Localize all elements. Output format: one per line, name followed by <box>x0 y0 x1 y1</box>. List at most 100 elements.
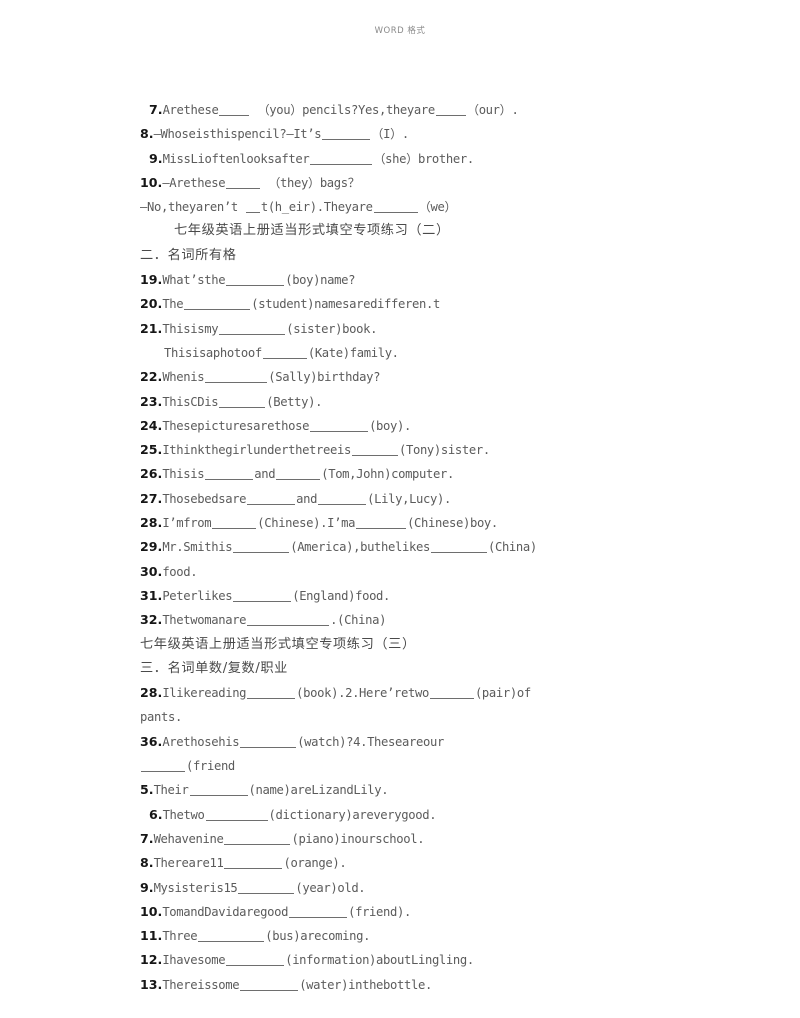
section-heading: 七年级英语上册适当形式填空专项练习（三） <box>140 633 660 657</box>
fill-in-blank[interactable] <box>245 201 260 214</box>
fill-in-blank[interactable] <box>212 517 257 530</box>
fill-in-blank[interactable] <box>226 274 285 287</box>
exercise-line: 25.Ithinkthegirlunderthetreeis (Tony)sist… <box>140 438 660 462</box>
item-number: 32. <box>140 612 163 628</box>
fill-in-blank[interactable] <box>318 493 367 505</box>
fill-in-blank[interactable] <box>373 201 418 214</box>
line-text: (pair)of <box>474 686 531 701</box>
line-text: (dictionary)areverygood. <box>268 807 437 822</box>
fill-in-blank[interactable] <box>240 979 299 991</box>
line-text: —Arethese <box>162 175 226 190</box>
item-number: 31. <box>140 587 163 603</box>
fill-in-blank[interactable] <box>351 444 398 457</box>
line-text: (England)food. <box>292 588 391 603</box>
fill-in-blank[interactable] <box>310 420 369 432</box>
fill-in-blank[interactable] <box>198 930 265 943</box>
item-number: 28. <box>140 515 163 531</box>
item-number: 6. <box>149 806 163 822</box>
fill-in-blank[interactable] <box>429 687 474 700</box>
fill-in-blank[interactable] <box>224 833 291 845</box>
fill-in-blank[interactable] <box>219 323 286 335</box>
line-text: Whenis <box>162 370 205 385</box>
item-number: 22. <box>140 369 163 385</box>
line-text: Arethese <box>162 103 219 117</box>
item-number: 11. <box>140 928 163 944</box>
fill-in-blank[interactable] <box>322 128 371 141</box>
fill-in-blank[interactable] <box>205 468 254 481</box>
fill-in-blank[interactable] <box>224 857 283 870</box>
fill-in-blank[interactable] <box>233 541 290 554</box>
item-number: 23. <box>140 393 163 409</box>
exercise-line: 10.TomandDavidaregood (friend). <box>140 900 660 924</box>
item-number: 29. <box>140 539 163 555</box>
fill-in-blank[interactable] <box>435 104 466 116</box>
line-text: (Kate)family. <box>307 345 399 360</box>
line-text: (Tony)sister. <box>398 443 490 458</box>
fill-in-blank[interactable] <box>233 590 292 602</box>
line-text: (Betty). <box>266 394 323 409</box>
item-number: 26. <box>140 466 163 482</box>
fill-in-blank[interactable] <box>430 541 487 554</box>
fill-in-blank[interactable] <box>184 298 251 311</box>
exercise-line: 11.Three (bus)arecoming. <box>140 924 660 948</box>
exercise-line: 19.What’sthe (boy)name? <box>140 268 660 292</box>
fill-in-blank[interactable] <box>189 784 248 797</box>
fill-in-blank[interactable] <box>141 760 185 773</box>
exercise-line: —No,theyaren’t t(h_eir).Theyare （we） <box>140 195 660 219</box>
line-text: pants. <box>140 710 182 725</box>
fill-in-blank[interactable] <box>205 371 268 384</box>
line-text: (piano)inourschool. <box>291 831 425 846</box>
exercise-line: Thisisaphotoof (Kate)family. <box>140 341 660 365</box>
line-text: .(China) <box>330 613 387 628</box>
line-text: （I）. <box>371 127 409 142</box>
exercise-line: 12.Ihavesome (information)aboutLingling. <box>140 948 660 972</box>
item-number: 10. <box>140 174 163 190</box>
item-number: 27. <box>140 490 163 506</box>
line-text: (book).2.Here’retwo <box>296 686 429 701</box>
line-text: （we） <box>418 200 457 215</box>
exercise-line: 9.MissLioftenlooksafter （she）brother. <box>140 147 660 171</box>
item-number: 10. <box>140 903 163 919</box>
exercise-line: 24.Thesepicturesarethose (boy). <box>140 414 660 438</box>
item-number: 5. <box>140 782 154 798</box>
fill-in-blank[interactable] <box>219 104 250 116</box>
line-text: Thereissome <box>162 977 240 992</box>
item-number: 21. <box>140 320 163 336</box>
fill-in-blank[interactable] <box>247 687 296 700</box>
line-text: Thisisaphotoof <box>164 345 262 360</box>
exercise-line: 28.Ilikereading (book).2.Here’retwo (pair)… <box>140 681 660 705</box>
item-number: 13. <box>140 976 163 992</box>
line-text: —No,theyaren’t <box>140 200 245 215</box>
line-text: (orange). <box>283 856 347 871</box>
exercise-line: 26.Thisis and (Tom,John)computer. <box>140 462 660 486</box>
line-text: Ihavesome <box>162 953 226 968</box>
fill-in-blank[interactable] <box>226 177 261 189</box>
fill-in-blank[interactable] <box>238 882 295 894</box>
item-number: 30. <box>140 563 163 579</box>
fill-in-blank[interactable] <box>226 954 285 967</box>
line-text: (Chinese)boy. <box>407 516 498 531</box>
line-text: —Whoseisthispencil?—It’s <box>153 127 322 142</box>
fill-in-blank[interactable] <box>289 906 348 918</box>
item-number: 25. <box>140 442 163 458</box>
line-text: MissLioftenlooksafter <box>162 151 310 166</box>
fill-in-blank[interactable] <box>356 517 407 530</box>
line-text: Mr.Smithis <box>162 540 233 555</box>
exercise-line: 8.—Whoseisthispencil?—It’s （I）. <box>140 122 660 146</box>
fill-in-blank[interactable] <box>310 153 373 165</box>
fill-in-blank[interactable] <box>276 468 321 481</box>
exercise-line: 13.Thereissome (water)inthebottle. <box>140 973 660 997</box>
fill-in-blank[interactable] <box>219 396 266 408</box>
exercise-line: 22.Whenis (Sally)birthday? <box>140 365 660 389</box>
exercise-line: 7.Wehavenine (piano)inourschool. <box>140 827 660 851</box>
fill-in-blank[interactable] <box>247 493 296 505</box>
fill-in-blank[interactable] <box>262 347 307 359</box>
fill-in-blank[interactable] <box>240 736 297 748</box>
exercise-line: 36.Arethosehis (watch)?4.Theseareour <box>140 730 660 754</box>
line-text: (student)namesaredifferen.t <box>251 297 440 312</box>
line-text: (name)areLizandLily. <box>248 783 389 798</box>
fill-in-blank[interactable] <box>205 809 268 821</box>
exercise-line: 20.The (student)namesaredifferen.t <box>140 292 660 316</box>
line-text: (Chinese).I’ma <box>257 516 356 531</box>
fill-in-blank[interactable] <box>247 614 330 627</box>
